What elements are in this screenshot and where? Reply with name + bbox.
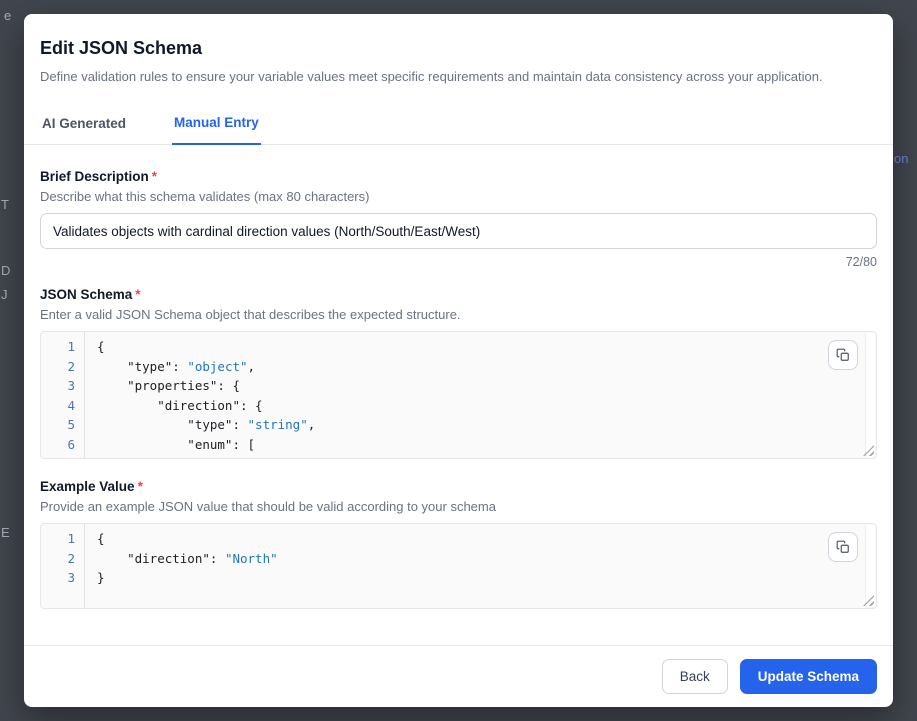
example-value-group: Example Value* Provide an example JSON v…	[40, 479, 877, 609]
scrollbar[interactable]	[865, 525, 875, 607]
example-value-helper: Provide an example JSON value that shoul…	[40, 499, 877, 514]
background-remnant-text: E	[1, 525, 10, 540]
code-area[interactable]: { "direction": "North"}	[85, 524, 876, 608]
char-count: 72/80	[40, 255, 877, 269]
background-remnant-text: e	[4, 8, 11, 23]
copy-icon	[836, 540, 850, 554]
required-marker: *	[138, 479, 143, 494]
modal-content: Brief Description* Describe what this sc…	[24, 145, 893, 609]
tab-ai-generated[interactable]: AI Generated	[40, 113, 128, 144]
json-schema-helper: Enter a valid JSON Schema object that de…	[40, 307, 877, 322]
label-text: Example Value	[40, 479, 135, 494]
copy-button[interactable]	[828, 532, 858, 562]
copy-button[interactable]	[828, 340, 858, 370]
brief-description-input[interactable]	[40, 213, 877, 249]
update-schema-button[interactable]: Update Schema	[740, 659, 877, 694]
example-value-editor[interactable]: 123 { "direction": "North"}	[40, 523, 877, 609]
modal-subtitle: Define validation rules to ensure your v…	[40, 68, 877, 85]
brief-description-label: Brief Description*	[40, 169, 877, 184]
tab-manual-entry[interactable]: Manual Entry	[172, 113, 261, 145]
required-marker: *	[152, 169, 157, 184]
modal-header: Edit JSON Schema Define validation rules…	[24, 14, 893, 85]
modal-title: Edit JSON Schema	[40, 38, 877, 59]
required-marker: *	[135, 287, 140, 302]
brief-description-group: Brief Description* Describe what this sc…	[40, 169, 877, 269]
label-text: Brief Description	[40, 169, 149, 184]
json-schema-label: JSON Schema*	[40, 287, 877, 302]
json-schema-editor[interactable]: 1234567 { "type": "object", "properties"…	[40, 331, 877, 459]
modal-footer: Back Update Schema	[24, 645, 893, 707]
scrollbar[interactable]	[865, 333, 875, 457]
brief-description-helper: Describe what this schema validates (max…	[40, 189, 877, 204]
background-remnant-text: J	[1, 287, 8, 302]
line-number-gutter: 1234567	[41, 332, 85, 458]
json-schema-group: JSON Schema* Enter a valid JSON Schema o…	[40, 287, 877, 459]
line-number-gutter: 123	[41, 524, 85, 608]
background-remnant-text: T	[1, 197, 9, 212]
code-area[interactable]: { "type": "object", "properties": { "dir…	[85, 332, 876, 458]
background-remnant-text: D	[1, 263, 10, 278]
example-value-label: Example Value*	[40, 479, 877, 494]
copy-icon	[836, 348, 850, 362]
label-text: JSON Schema	[40, 287, 132, 302]
edit-json-schema-modal: Edit JSON Schema Define validation rules…	[24, 14, 893, 707]
tab-bar: AI Generated Manual Entry	[24, 113, 893, 145]
back-button[interactable]: Back	[662, 659, 728, 694]
background-remnant-text: on	[894, 151, 908, 166]
